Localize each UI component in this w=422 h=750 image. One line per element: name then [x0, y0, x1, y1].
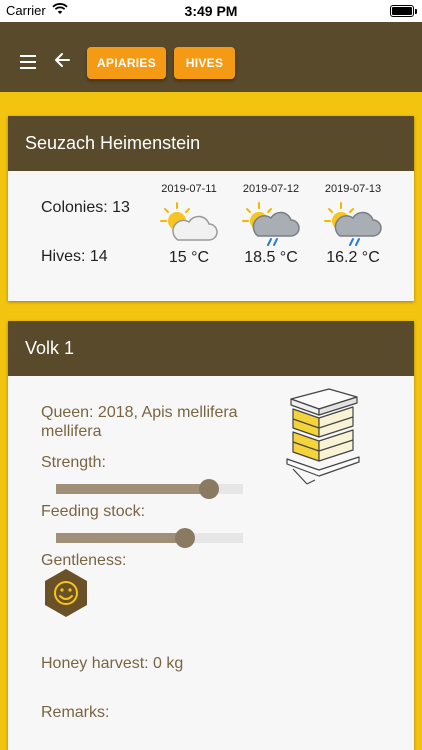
- hives-count: Hives: 14: [41, 248, 108, 265]
- battery-icon: [390, 5, 417, 17]
- colony-title: Volk 1: [8, 321, 414, 376]
- slider-knob[interactable]: [199, 479, 220, 499]
- strength-label: Strength:: [41, 454, 106, 471]
- apiaries-button[interactable]: APIARIES: [87, 47, 166, 79]
- back-arrow-icon[interactable]: [53, 48, 73, 72]
- strength-slider[interactable]: [56, 478, 243, 499]
- weather-day-1: 2019-07-11 15 °C: [148, 183, 230, 267]
- colonies-count: Colonies: 13: [41, 199, 130, 216]
- apiary-title: Seuzach Heimenstein: [8, 116, 414, 171]
- feeding-stock-slider[interactable]: [56, 527, 243, 548]
- weather-temp: 18.5 °C: [244, 249, 298, 266]
- smiley-hexagon-icon[interactable]: [43, 568, 89, 618]
- weather-temp: 15 °C: [168, 249, 210, 266]
- honey-harvest-label: Honey harvest: 0 kg: [41, 655, 184, 672]
- weather-date: 2019-07-12: [242, 183, 300, 195]
- hives-button[interactable]: HIVES: [174, 47, 235, 79]
- partly-cloudy-icon: [160, 202, 218, 241]
- apiary-card[interactable]: Seuzach Heimenstein Colonies: 13 Hives: …: [8, 116, 414, 301]
- weather-date: 2019-07-11: [161, 183, 217, 195]
- colony-card[interactable]: Volk 1 Queen: 2018, Apis mellifera melli…: [8, 321, 414, 750]
- beehive-illustration-icon: [286, 388, 360, 485]
- remarks-label: Remarks:: [41, 704, 110, 721]
- cloud-rain-icon: [324, 202, 382, 246]
- slider-knob[interactable]: [175, 528, 196, 548]
- weather-date: 2019-07-13: [324, 183, 382, 195]
- clock: 3:49 PM: [184, 3, 238, 19]
- weather-day-2: 2019-07-12 18.5 °C: [230, 183, 312, 267]
- top-navbar: APIARIES HIVES: [0, 22, 422, 92]
- queen-info: Queen: 2018, Apis mellifera mellifera: [41, 404, 238, 440]
- hamburger-menu-icon[interactable]: [20, 55, 38, 69]
- weather-day-3: 2019-07-13 16.2 °C: [312, 183, 394, 267]
- status-bar: Carrier 3:49 PM: [0, 0, 422, 22]
- feeding-stock-label: Feeding stock:: [41, 503, 146, 520]
- weather-temp: 16.2 °C: [326, 249, 380, 266]
- cloud-rain-icon: [242, 202, 300, 246]
